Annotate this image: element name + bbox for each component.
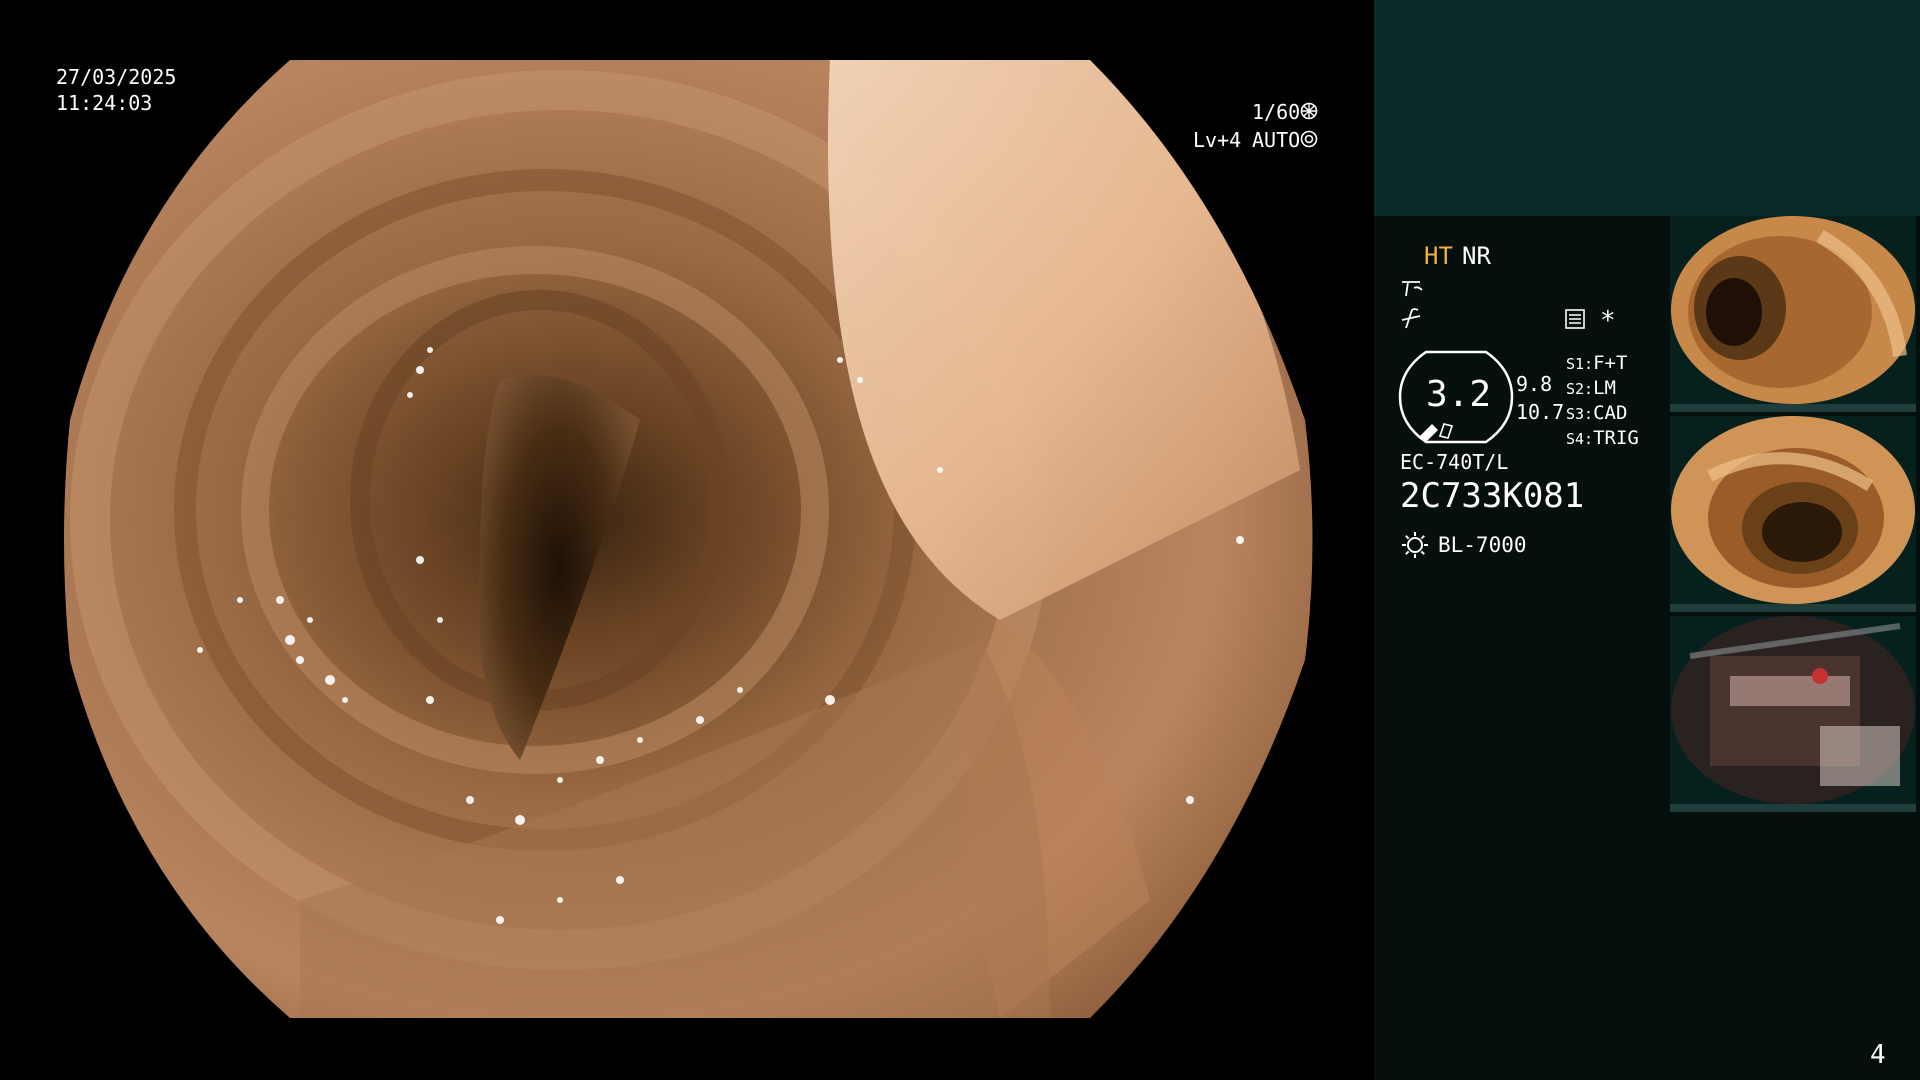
scope-model: EC-740T/L (1400, 450, 1509, 474)
light-source-model: BL-7000 (1438, 533, 1527, 557)
zoom-value: 3.2 (1426, 374, 1492, 415)
endoscope-image (64, 60, 1313, 1018)
side-value-1: 9.8 (1516, 372, 1553, 396)
exam-time: 11:24:03 (56, 91, 153, 115)
image-mode-ht: HT (1424, 242, 1453, 270)
light-source-icon (1400, 530, 1430, 560)
iris-icon (1300, 130, 1318, 148)
scope-serial: 2C733K081 (1400, 476, 1585, 516)
aperture-icon (1300, 102, 1318, 120)
image-mode-nr: NR (1462, 242, 1491, 270)
endoscope-video-view: 27/03/2025 11:24:03 1/60 Lv+4 AUTO (0, 0, 1372, 1080)
color-enhance-icon (1400, 308, 1424, 330)
page-number: 4 (1870, 1040, 1886, 1070)
thumbnail-bar (1670, 404, 1916, 412)
panel-header-area (1374, 0, 1920, 216)
switch-s4: S4:TRIG (1566, 427, 1639, 449)
capture-thumbnail-3[interactable] (1670, 616, 1916, 812)
shutter-speed: 1/60 (1252, 100, 1301, 124)
star-marker: * (1600, 306, 1616, 336)
thumbnail-bar (1670, 604, 1916, 612)
capture-thumbnail-2[interactable] (1670, 416, 1916, 612)
exam-date: 27/03/2025 (56, 65, 177, 89)
switch-s2: S2:LM (1566, 377, 1616, 399)
brightness-level: Lv+4 (1193, 128, 1242, 152)
thumbnail-image (1671, 416, 1915, 604)
thumbnail-image (1671, 216, 1915, 404)
thumbnail-image (1671, 616, 1915, 804)
side-value-2: 10.7 (1516, 400, 1565, 424)
capture-thumbnail-1[interactable] (1670, 216, 1916, 412)
switch-s1: S1:F+T (1566, 352, 1628, 374)
thumbnail-bar (1670, 804, 1916, 812)
switch-list: S1:F+T S2:LM S3:CAD S4:TRIG (1566, 352, 1639, 452)
structure-enhance-icon (1400, 278, 1424, 298)
switch-s3: S3:CAD (1566, 402, 1628, 424)
record-settings-icon (1564, 308, 1586, 330)
exposure-mode: AUTO (1252, 128, 1301, 152)
